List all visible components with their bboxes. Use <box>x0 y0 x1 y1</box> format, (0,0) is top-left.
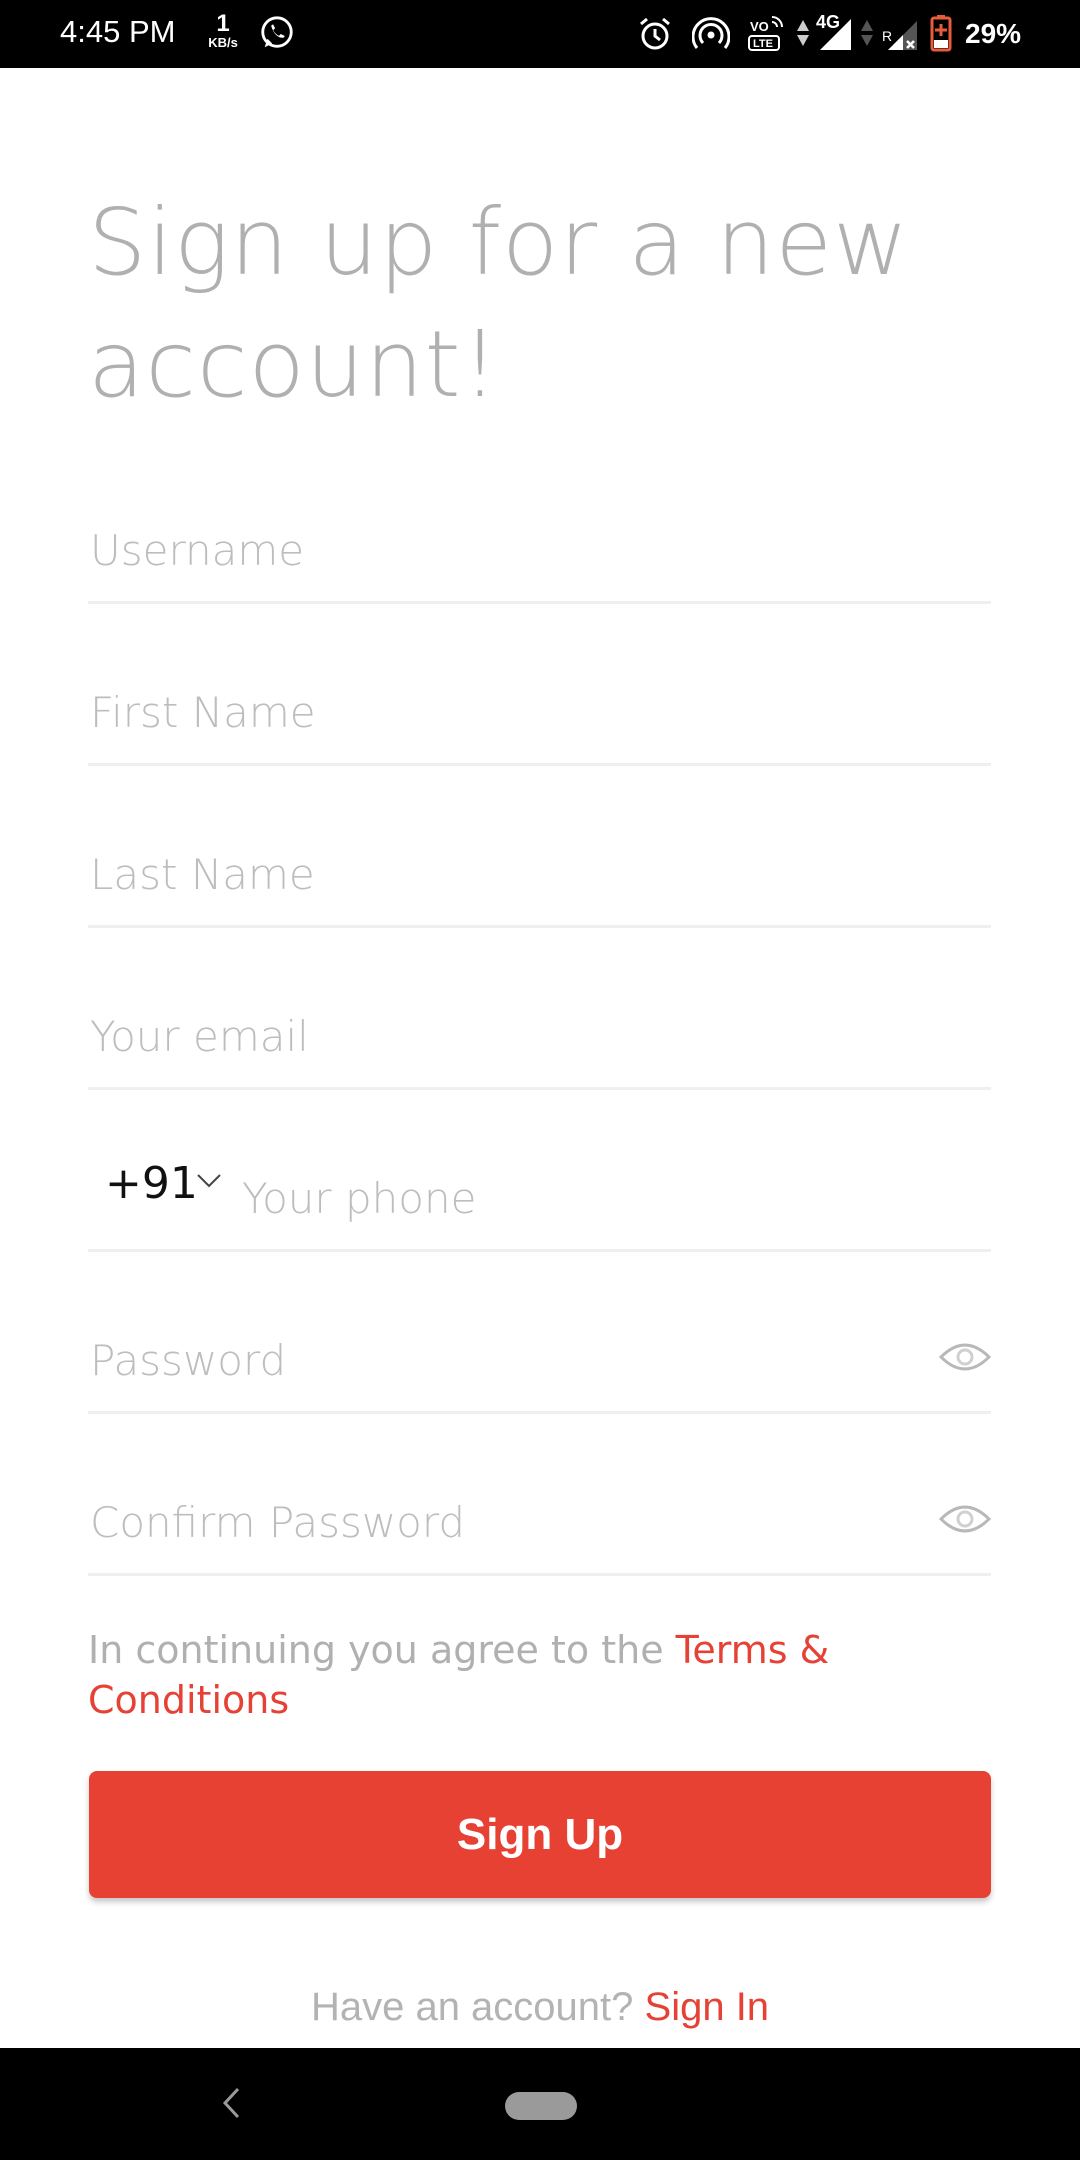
roaming-signal-icon <box>888 21 917 50</box>
phone-input[interactable]: Your phone <box>242 1174 476 1223</box>
confirm-password-field[interactable]: Confirm Password <box>88 1466 991 1576</box>
sign-up-button[interactable]: Sign Up <box>89 1771 991 1898</box>
hotspot-icon <box>692 17 730 49</box>
confirm-password-placeholder: Confirm Password <box>90 1498 466 1547</box>
first-name-field[interactable]: First Name <box>88 656 991 766</box>
password-placeholder: Password <box>90 1336 287 1385</box>
volte-label: VO <box>750 19 769 34</box>
battery-icon <box>930 15 952 52</box>
signal-arrows-icon <box>861 20 873 46</box>
home-pill-button[interactable] <box>505 2092 577 2120</box>
terms-text: In continuing you agree to the Terms & C… <box>88 1625 991 1725</box>
first-name-placeholder: First Name <box>90 688 316 737</box>
battery-percent: 29% <box>965 18 1022 49</box>
network-speed: 1 KB/s <box>203 10 243 50</box>
last-name-placeholder: Last Name <box>90 850 315 899</box>
username-field[interactable]: Username <box>88 494 991 604</box>
country-code-selector[interactable]: +91 <box>105 1158 198 1209</box>
last-name-field[interactable]: Last Name <box>88 818 991 928</box>
username-placeholder: Username <box>90 526 305 575</box>
phone-field-row: +91 Your phone <box>88 1142 991 1252</box>
status-bar: 4:45 PM 1 KB/s VO LTE 4G R 29% <box>0 0 1080 68</box>
email-placeholder: Your email <box>90 1012 309 1061</box>
eye-icon[interactable] <box>939 1501 991 1537</box>
whatsapp-icon <box>261 16 293 48</box>
email-field[interactable]: Your email <box>88 980 991 1090</box>
sign-in-link[interactable]: Sign In <box>645 1985 770 2029</box>
network-speed-unit: KB/s <box>208 35 238 50</box>
password-field[interactable]: Password <box>88 1304 991 1414</box>
network-speed-value: 1 <box>216 10 230 37</box>
navigation-bar <box>0 2048 1080 2160</box>
status-time: 4:45 PM <box>60 14 176 49</box>
have-account-text: Have an account? <box>310 1985 645 2029</box>
chevron-down-icon[interactable] <box>196 1173 222 1189</box>
alarm-icon <box>640 17 670 50</box>
page-title: Sign up for a new account! <box>88 189 910 418</box>
terms-prefix: In continuing you agree to the <box>88 1628 676 1672</box>
volte-icon: VO LTE <box>748 16 783 51</box>
lte-label: LTE <box>753 38 773 50</box>
data-arrows-icon <box>797 20 809 46</box>
sign-in-prompt: Have an account? Sign In <box>0 1985 1080 2030</box>
signal-icon <box>820 19 851 50</box>
back-icon[interactable] <box>218 2086 244 2120</box>
eye-icon[interactable] <box>939 1339 991 1375</box>
